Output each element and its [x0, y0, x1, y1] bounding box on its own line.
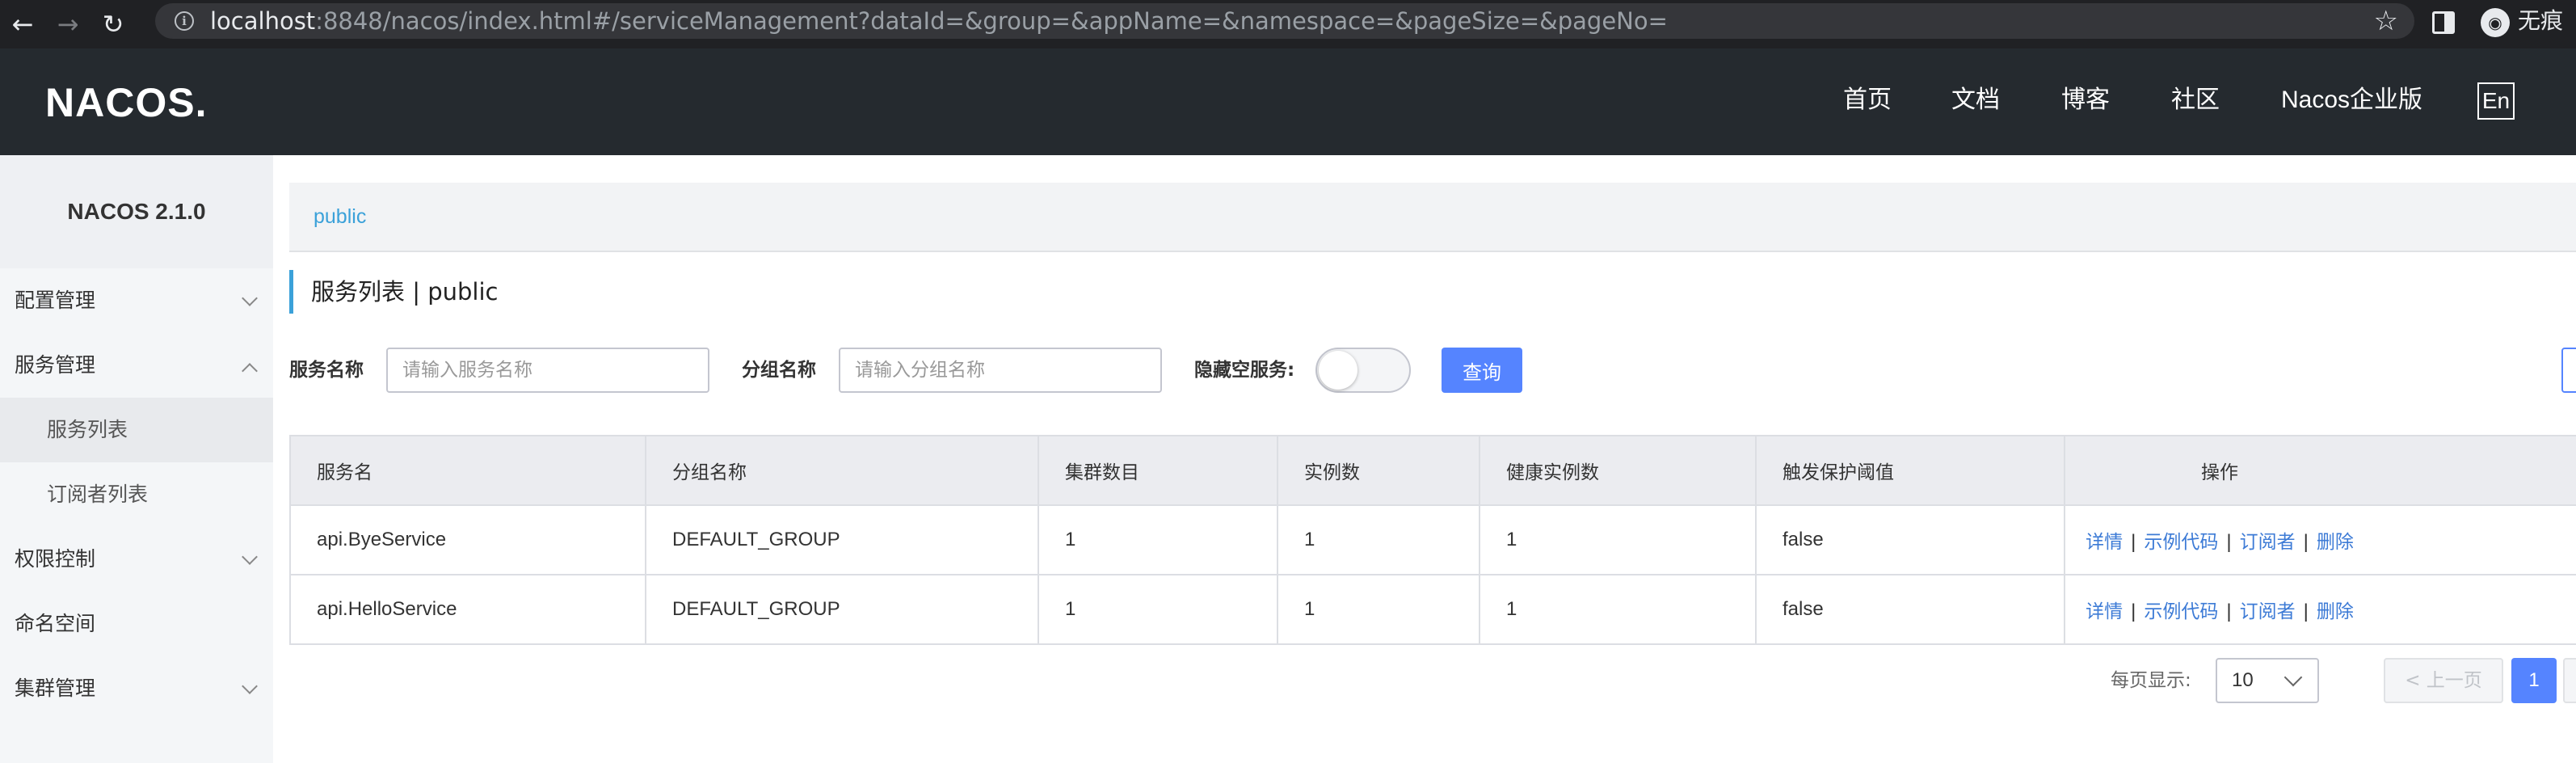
subscribers-link[interactable]: 订阅者	[2240, 601, 2296, 622]
nav-enterprise[interactable]: Nacos企业版	[2281, 48, 2422, 152]
star-icon[interactable]: ☆	[2374, 3, 2398, 39]
sidebar-item-namespace[interactable]: 命名空间	[0, 592, 273, 656]
profile-label[interactable]: 无痕	[2518, 0, 2563, 42]
language-switch-button[interactable]: En	[2477, 82, 2515, 120]
prev-page-button[interactable]: < 上一页	[2384, 658, 2503, 703]
sidebar-item-access-control[interactable]: 权限控制	[0, 527, 273, 592]
group-name-cell: DEFAULT_GROUP	[645, 504, 1039, 575]
column-header: 分组名称	[645, 435, 1039, 506]
url-path: :8848/nacos/index.html#/serviceManagemen…	[315, 7, 1668, 35]
sidebar-item-label: 服务列表	[47, 418, 128, 441]
column-header: 实例数	[1277, 435, 1480, 506]
namespace-public-link[interactable]: public	[314, 183, 366, 251]
details-link[interactable]: 详情	[2086, 601, 2123, 622]
create-service-button[interactable]	[2561, 348, 2576, 393]
incognito-icon[interactable]: ◉	[2481, 8, 2510, 37]
toggle-knob	[1319, 351, 1357, 390]
service-table: 服务名 分组名称 集群数目 实例数 健康实例数 触发保护阈值 操作 api.By…	[289, 435, 2576, 645]
column-header: 集群数目	[1038, 435, 1278, 506]
cluster-count-cell: 1	[1038, 574, 1278, 645]
sidebar-item-label: 服务管理	[15, 353, 96, 377]
sidebar-item-label: 权限控制	[15, 547, 96, 571]
chevron-down-icon	[2283, 668, 2303, 687]
operations-cell: 详情 | 示例代码 | 订阅者 | 删除	[2064, 504, 2576, 575]
service-name-input[interactable]	[386, 348, 709, 393]
column-header: 触发保护阈值	[1755, 435, 2065, 506]
service-name-cell: api.ByeService	[289, 504, 646, 575]
forward-icon[interactable]: →	[45, 0, 90, 48]
sidebar-item-label: 集群管理	[15, 677, 96, 700]
chevron-down-icon	[242, 678, 258, 694]
page-size-value: 10	[2232, 669, 2254, 691]
sidebar-item-subscriber-list[interactable]: 订阅者列表	[0, 462, 273, 527]
nav-blog[interactable]: 博客	[2061, 48, 2110, 152]
column-header: 操作	[2064, 435, 2576, 506]
sidebar-item-service-management[interactable]: 服务管理	[0, 333, 273, 398]
separator: |	[2131, 601, 2136, 622]
app-header: NACOS. 首页 文档 博客 社区 Nacos企业版 En	[0, 48, 2576, 155]
chevron-down-icon	[242, 290, 258, 306]
sidebar-item-service-list[interactable]: 服务列表	[0, 398, 273, 462]
page-1-button[interactable]: 1	[2511, 658, 2557, 703]
sidebar-item-cluster[interactable]: 集群管理	[0, 656, 273, 721]
healthy-count-cell: 1	[1479, 574, 1757, 645]
group-name-cell: DEFAULT_GROUP	[645, 574, 1039, 645]
service-name-label: 服务名称	[289, 360, 364, 381]
group-name-input[interactable]	[839, 348, 1162, 393]
group-name-label: 分组名称	[742, 360, 816, 381]
column-header: 健康实例数	[1479, 435, 1757, 506]
sidebar-item-config[interactable]: 配置管理	[0, 268, 273, 333]
nav-docs[interactable]: 文档	[1951, 48, 2000, 152]
service-name-cell: api.HelloService	[289, 574, 646, 645]
address-bar[interactable]: i localhost:8848/nacos/index.html#/servi…	[155, 3, 2414, 39]
sidepanel-icon[interactable]	[2432, 11, 2455, 34]
separator: |	[2303, 601, 2309, 622]
operations-cell: 详情 | 示例代码 | 订阅者 | 删除	[2064, 574, 2576, 645]
reload-icon[interactable]: ↻	[90, 0, 136, 48]
nav-home[interactable]: 首页	[1843, 48, 1892, 152]
url-host: localhost	[210, 7, 316, 35]
instance-count-cell: 1	[1277, 504, 1480, 575]
column-header: 服务名	[289, 435, 646, 506]
query-button[interactable]: 查询	[1442, 348, 1522, 393]
details-link[interactable]: 详情	[2086, 532, 2123, 553]
cluster-count-cell: 1	[1038, 504, 1278, 575]
version-title: NACOS 2.1.0	[0, 155, 273, 268]
separator: |	[2303, 531, 2309, 553]
next-page-button[interactable]	[2563, 658, 2576, 703]
browser-toolbar: ← → ↻ i localhost:8848/nacos/index.html#…	[0, 0, 2576, 48]
page-title: 服务列表 | public	[289, 270, 936, 314]
separator: |	[2226, 531, 2232, 553]
sidebar-item-label: 命名空间	[15, 612, 96, 635]
sidebar-item-label: 配置管理	[15, 289, 96, 312]
info-icon[interactable]: i	[175, 11, 194, 31]
threshold-cell: false	[1755, 574, 2065, 645]
namespace-bar: public	[289, 183, 2576, 252]
threshold-cell: false	[1755, 504, 2065, 575]
sidebar-item-label: 订阅者列表	[47, 483, 149, 506]
chevron-up-icon	[242, 363, 258, 379]
separator: |	[2226, 601, 2232, 622]
chevron-down-icon	[242, 549, 258, 565]
delete-link[interactable]: 删除	[2317, 601, 2354, 622]
sample-code-link[interactable]: 示例代码	[2144, 532, 2218, 553]
page-size-select[interactable]: 10	[2216, 658, 2319, 703]
sidebar: NACOS 2.1.0 配置管理 服务管理 服务列表 订阅者列表 权限控制 命名…	[0, 155, 273, 763]
hide-empty-label: 隐藏空服务:	[1194, 360, 1295, 381]
nacos-logo[interactable]: NACOS.	[45, 79, 207, 126]
back-icon[interactable]: ←	[0, 0, 45, 48]
table-header-row: 服务名 分组名称 集群数目 实例数 健康实例数 触发保护阈值 操作	[289, 435, 2576, 506]
instance-count-cell: 1	[1277, 574, 1480, 645]
nav-community[interactable]: 社区	[2171, 48, 2220, 152]
separator: |	[2131, 531, 2136, 553]
healthy-count-cell: 1	[1479, 504, 1757, 575]
hide-empty-toggle[interactable]	[1315, 348, 1411, 393]
subscribers-link[interactable]: 订阅者	[2240, 532, 2296, 553]
table-row: api.ByeService DEFAULT_GROUP 1 1 1 false…	[289, 504, 2576, 575]
delete-link[interactable]: 删除	[2317, 532, 2354, 553]
page-size-label: 每页显示:	[2111, 670, 2191, 691]
table-row: api.HelloService DEFAULT_GROUP 1 1 1 fal…	[289, 574, 2576, 645]
sample-code-link[interactable]: 示例代码	[2144, 601, 2218, 622]
